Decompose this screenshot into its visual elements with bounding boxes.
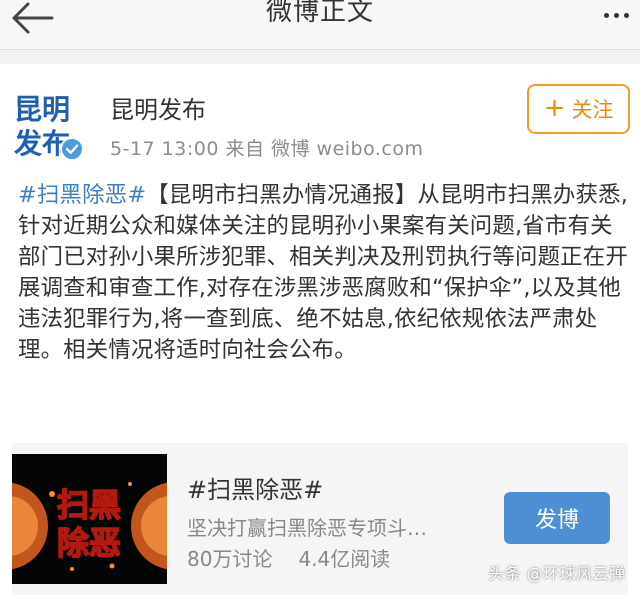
post-text: #扫黑除恶#【昆明市扫黑办情况通报】从昆明市扫黑办获悉,针对近期公众和媒体关注的… [18, 180, 630, 366]
watermark: 头条 @环球风云弹 [488, 564, 626, 583]
topic-description: 坚决打赢扫黑除恶专项斗… [187, 516, 427, 540]
post-body: 【昆明市扫黑办情况通报】从昆明市扫黑办获悉,针对近期公众和媒体关注的昆明孙小果案… [18, 182, 629, 363]
post-button[interactable]: 发博 [504, 492, 610, 544]
follow-button[interactable]: + 关注 [527, 84, 630, 134]
verified-badge-icon [60, 137, 84, 161]
follow-label: 关注 [571, 98, 614, 122]
more-options-icon[interactable] [596, 0, 636, 30]
plus-icon: + [543, 93, 566, 123]
account-name[interactable]: 昆明发布 [110, 90, 206, 125]
topic-image-line-1: 扫黑 [57, 486, 121, 524]
topic-reads: 4.4亿阅读 [298, 547, 391, 571]
post-meta: 5-17 13:00 来自 微博 weibo.com [110, 138, 424, 160]
topic-title[interactable]: #扫黑除恶# [187, 470, 323, 505]
topic-image-line-2: 除恶 [57, 524, 121, 562]
topic-image: 扫黑 除恶 [12, 454, 167, 584]
topic-stats: 80万讨论 4.4亿阅读 [187, 543, 390, 572]
post-hashtag-link[interactable]: #扫黑除恶# [18, 182, 146, 208]
topic-discussions: 80万讨论 [187, 547, 273, 571]
top-nav-bar: 微博正文 [0, 0, 640, 50]
weibo-post-card: 昆明 发布 昆明发布 5-17 13:00 来自 微博 weibo.com + … [0, 64, 640, 595]
page-title: 微博正文 [265, 0, 374, 27]
avatar-logo-line-1: 昆明 [14, 93, 70, 126]
